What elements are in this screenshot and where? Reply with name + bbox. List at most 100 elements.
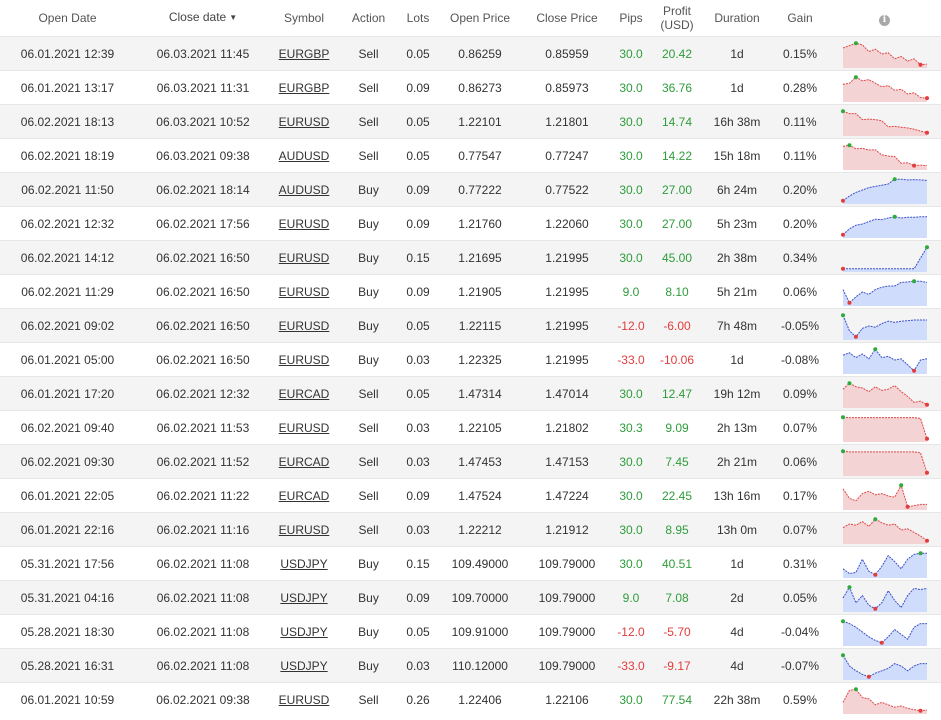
cell-action: Sell (358, 386, 379, 401)
equity-sparkline (840, 176, 927, 204)
cell-open-price: 1.22406 (458, 692, 502, 707)
cell-open-price: 1.47524 (458, 488, 502, 503)
table-row[interactable]: 06.01.2021 12:39 06.03.2021 11:45 EURGBP Se… (0, 36, 941, 71)
cell-equity-sparkline (828, 139, 941, 173)
cell-open-price: 1.22115 (458, 318, 502, 333)
table-row[interactable]: 06.01.2021 17:20 06.02.2021 12:32 EURCAD Se… (0, 376, 941, 411)
cell-action: Sell (358, 420, 379, 435)
sparkline-max-dot (840, 414, 845, 419)
sparkline-area (842, 654, 927, 680)
cell-pips: 30.0 (619, 488, 643, 503)
symbol-link[interactable]: EURUSD (279, 523, 330, 537)
cell-close-date: 06.02.2021 11:08 (156, 556, 250, 571)
cell-open-price: 110.12000 (452, 658, 508, 673)
sparkline-line (842, 246, 927, 269)
symbol-link[interactable]: EURUSD (279, 319, 330, 333)
symbol-link[interactable]: EURGBP (279, 81, 330, 95)
cell-duration: 19h 12m (713, 386, 761, 401)
symbol-link[interactable]: EURCAD (279, 489, 330, 503)
table-row[interactable]: 06.01.2021 10:59 06.02.2021 09:38 EURUSD Se… (0, 682, 941, 717)
sparkline-area (842, 216, 927, 238)
sparkline-max-dot (924, 244, 929, 249)
equity-sparkline (840, 108, 929, 136)
symbol-link[interactable]: EURUSD (279, 421, 330, 435)
table-row[interactable]: 06.02.2021 09:30 06.02.2021 11:52 EURCAD Se… (0, 444, 941, 479)
symbol-link[interactable]: EURUSD (279, 251, 330, 265)
symbol-link[interactable]: EURUSD (279, 285, 330, 299)
table-row[interactable]: 06.02.2021 18:19 06.03.2021 09:38 AUDUSD Se… (0, 138, 941, 173)
symbol-link[interactable]: EURUSD (279, 693, 330, 707)
info-icon[interactable]: i (879, 14, 890, 26)
table-row[interactable]: 06.01.2021 05:00 06.02.2021 16:50 EURUSD Bu… (0, 342, 941, 377)
trade-history-table: Open Date Close date ▼ Symbol Action Lots… (0, 0, 941, 717)
cell-close-date: 06.02.2021 16:50 (156, 284, 250, 299)
sparkline-min-dot (872, 572, 877, 577)
sparkline-max-dot (918, 550, 923, 555)
sparkline-max-dot (840, 108, 845, 113)
col-lots[interactable]: Lots (400, 0, 436, 37)
symbol-link[interactable]: EURUSD (279, 353, 330, 367)
cell-lots: 0.15 (406, 556, 430, 571)
symbol-link[interactable]: USDJPY (280, 557, 327, 571)
cell-close-date: 06.03.2021 11:45 (156, 46, 250, 61)
table-row[interactable]: 05.31.2021 17:56 06.02.2021 11:08 USDJPY Bu… (0, 546, 941, 581)
symbol-link[interactable]: USDJPY (280, 625, 327, 639)
equity-sparkline (842, 74, 929, 102)
equity-sparkline (840, 652, 927, 680)
sparkline-max-dot (892, 176, 897, 181)
sparkline-min-dot (911, 163, 916, 168)
col-open-date[interactable]: Open Date (0, 0, 135, 37)
symbol-link[interactable]: EURUSD (279, 217, 330, 231)
cell-close-date: 06.03.2021 11:31 (156, 80, 250, 95)
table-row[interactable]: 06.02.2021 09:40 06.02.2021 11:53 EURUSD Se… (0, 410, 941, 445)
table-row[interactable]: 05.28.2021 16:31 06.02.2021 11:08 USDJPY Bu… (0, 648, 941, 683)
table-row[interactable]: 06.02.2021 12:32 06.02.2021 17:56 EURUSD Bu… (0, 206, 941, 241)
col-close-price[interactable]: Close Price (524, 0, 610, 37)
cell-action: Buy (358, 590, 379, 605)
cell-pips: 9.0 (622, 590, 640, 605)
col-open-price[interactable]: Open Price (436, 0, 524, 37)
table-row[interactable]: 06.01.2021 13:17 06.03.2021 11:31 EURGBP Se… (0, 70, 941, 105)
cell-lots: 0.26 (406, 692, 430, 707)
col-duration[interactable]: Duration (702, 0, 772, 37)
cell-action: Buy (358, 284, 379, 299)
cell-gain: 0.15% (782, 46, 818, 61)
symbol-link[interactable]: USDJPY (280, 591, 327, 605)
cell-profit: 20.42 (661, 46, 693, 61)
sparkline-max-dot (853, 74, 858, 79)
symbol-link[interactable]: EURUSD (279, 115, 330, 129)
table-row[interactable]: 06.02.2021 09:02 06.02.2021 16:50 EURUSD Bu… (0, 308, 941, 343)
table-row[interactable]: 06.02.2021 11:50 06.02.2021 18:14 AUDUSD Bu… (0, 172, 941, 207)
symbol-link[interactable]: EURCAD (279, 455, 330, 469)
symbol-link[interactable]: EURGBP (279, 47, 330, 61)
col-pips[interactable]: Pips (610, 0, 652, 37)
col-action[interactable]: Action (337, 0, 400, 37)
sparkline-max-dot (846, 142, 851, 147)
sparkline-min-dot (924, 95, 929, 100)
symbol-link[interactable]: AUDUSD (279, 149, 330, 163)
table-row[interactable]: 06.02.2021 11:29 06.02.2021 16:50 EURUSD Bu… (0, 274, 941, 309)
table-row[interactable]: 06.02.2021 18:13 06.03.2021 10:52 EURUSD Se… (0, 104, 941, 139)
col-close-date[interactable]: Close date ▼ (135, 0, 271, 37)
cell-symbol: EURCAD (271, 445, 337, 479)
cell-duration: 5h 21m (716, 284, 758, 299)
cell-lots: 0.09 (406, 488, 430, 503)
table-row[interactable]: 05.28.2021 18:30 06.02.2021 11:08 USDJPY Bu… (0, 614, 941, 649)
table-row[interactable]: 06.01.2021 22:05 06.02.2021 11:22 EURCAD Se… (0, 478, 941, 513)
sparkline-area (842, 484, 927, 510)
cell-equity-sparkline (828, 173, 941, 207)
cell-equity-sparkline (828, 581, 941, 615)
symbol-link[interactable]: AUDUSD (279, 183, 330, 197)
symbol-link[interactable]: USDJPY (280, 659, 327, 673)
col-profit[interactable]: Profit (USD) (652, 0, 702, 37)
cell-open-date: 06.02.2021 14:12 (20, 250, 115, 265)
symbol-link[interactable]: EURCAD (279, 387, 330, 401)
table-row[interactable]: 05.31.2021 04:16 06.02.2021 11:08 USDJPY Bu… (0, 580, 941, 615)
col-symbol[interactable]: Symbol (271, 0, 337, 37)
col-gain[interactable]: Gain (772, 0, 828, 37)
table-row[interactable]: 06.02.2021 14:12 06.02.2021 16:50 EURUSD Bu… (0, 240, 941, 275)
cell-open-date: 06.02.2021 11:50 (21, 182, 114, 197)
cell-close-price: 109.79000 (538, 556, 596, 571)
table-row[interactable]: 06.01.2021 22:16 06.02.2021 11:16 EURUSD Se… (0, 512, 941, 547)
cell-equity-sparkline (828, 241, 941, 275)
